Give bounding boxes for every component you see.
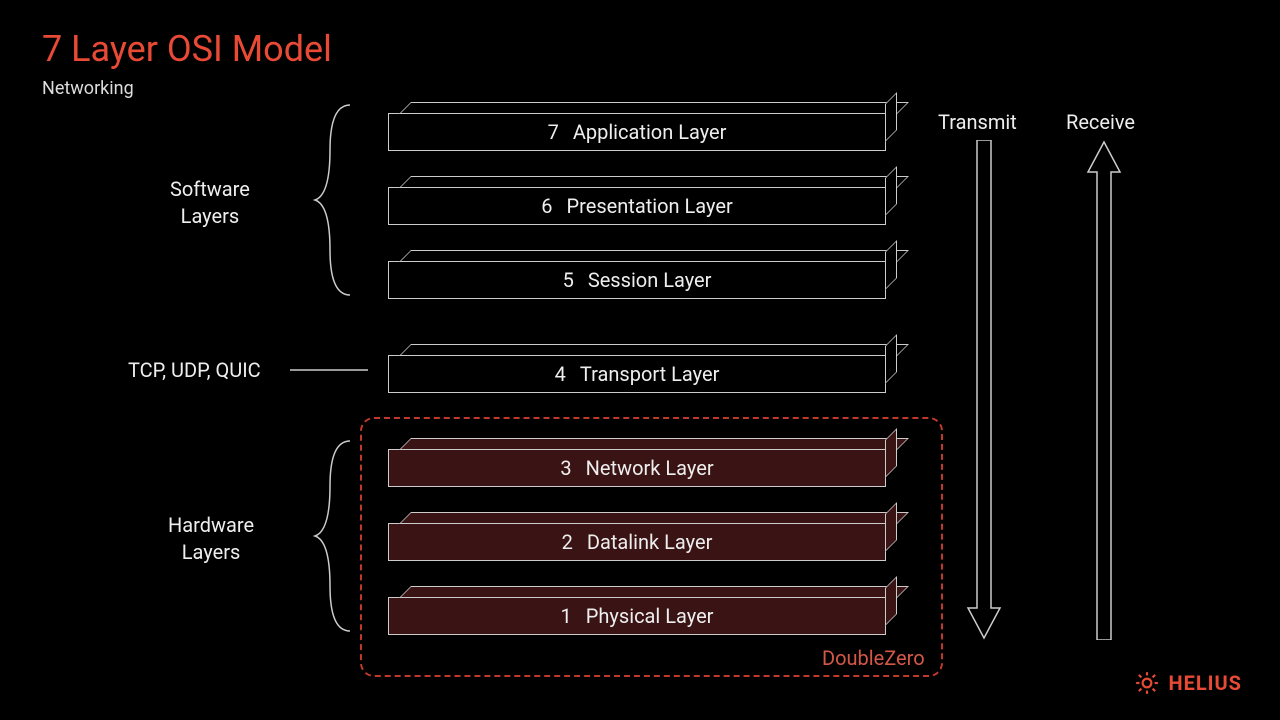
page-subtitle: Networking [42, 78, 134, 99]
helius-logo-icon [1134, 670, 1160, 696]
layer-1-name: Physical Layer [586, 604, 714, 628]
layer-2-box: 2 Datalink Layer [388, 523, 886, 561]
layer-4-box: 4 Transport Layer [388, 355, 886, 393]
software-brace-icon [310, 100, 360, 300]
layer-2-number: 2 [562, 530, 573, 554]
layer-2-name: Datalink Layer [587, 530, 713, 554]
layer-5-number: 5 [563, 268, 574, 292]
doublezero-label: DoubleZero [822, 646, 925, 670]
layer-4-number: 4 [555, 362, 566, 386]
layer-1-box: 1 Physical Layer [388, 597, 886, 635]
brand-logo: HELIUS [1134, 670, 1242, 696]
transmit-down-arrow-icon [966, 140, 1002, 640]
hardware-brace-icon [310, 436, 360, 636]
layer-4-name: Transport Layer [580, 362, 719, 386]
layer-3-number: 3 [560, 456, 571, 480]
layer-5-box: 5 Session Layer [388, 261, 886, 299]
receive-up-arrow-icon [1086, 140, 1122, 640]
transport-side-label: TCP, UDP, QUIC [128, 358, 261, 382]
layer-3-name: Network Layer [586, 456, 714, 480]
brand-name: HELIUS [1168, 671, 1242, 695]
software-layers-label: Software Layers [170, 176, 250, 230]
transmit-label: Transmit [938, 110, 1017, 134]
layer-6-box: 6 Presentation Layer [388, 187, 886, 225]
receive-label: Receive [1066, 110, 1135, 134]
hardware-layers-label: Hardware Layers [168, 512, 254, 566]
layer-6-number: 6 [541, 194, 552, 218]
layer-7-box: 7 Application Layer [388, 113, 886, 151]
layer-7-name: Application Layer [573, 120, 727, 144]
layer-5-name: Session Layer [588, 268, 712, 292]
layer-7-number: 7 [548, 120, 559, 144]
layer-1-number: 1 [561, 604, 572, 628]
layer-3-box: 3 Network Layer [388, 449, 886, 487]
page-title: 7 Layer OSI Model [42, 28, 332, 70]
transport-connector-line [290, 369, 368, 371]
layer-6-name: Presentation Layer [567, 194, 733, 218]
